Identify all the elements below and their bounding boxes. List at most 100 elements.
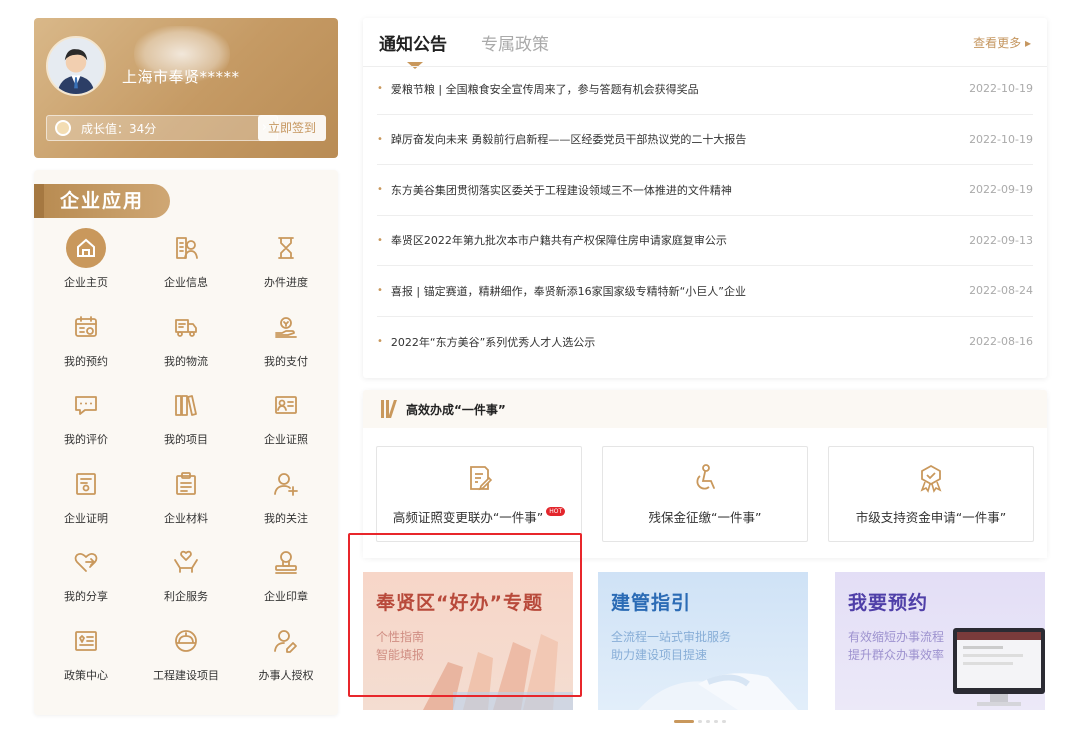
banner-appointment-line1: 有效缩短办事流程 <box>848 630 945 644</box>
clipboard-icon <box>166 464 206 504</box>
banner-construction-guide[interactable]: 建管指引 全流程一站式审批服务 助力建设项目提速 <box>598 572 808 710</box>
app-item-label: 企业主页 <box>64 276 108 289</box>
tab-notice[interactable]: 通知公告 <box>379 30 447 69</box>
app-item-11[interactable]: 企业材料 <box>136 464 236 534</box>
bullet-icon: • <box>377 336 383 348</box>
enterprise-apps-panel: 企业应用 企业主页 企业信息 办件进度 我的预约 我的物流 我的支付 我的评价 我的项目 企业证… <box>34 170 338 715</box>
heart-share-icon <box>66 542 106 582</box>
user-auth-icon <box>266 621 306 661</box>
books-icon <box>381 400 397 418</box>
app-item-6[interactable]: 我的支付 <box>236 307 336 377</box>
notice-title[interactable]: 爱粮节粮 | 全国粮食安全宣传周来了，参与答题有机会获得奖品 <box>391 81 699 97</box>
user-card: 上海市奉贤***** 成长值：34分 › 立即签到 <box>34 18 338 158</box>
app-item-5[interactable]: 我的物流 <box>136 307 236 377</box>
notice-title[interactable]: 2022年“东方美谷”系列优秀人才人选公示 <box>391 334 595 350</box>
app-item-17[interactable]: 工程建设项目 <box>136 621 236 691</box>
certificate-icon <box>66 464 106 504</box>
app-item-3[interactable]: 办件进度 <box>236 228 336 298</box>
pager-dot[interactable] <box>698 720 702 723</box>
app-item-13[interactable]: 我的分享 <box>36 542 136 612</box>
medal-icon <box>55 120 71 136</box>
bullet-icon: • <box>377 285 383 297</box>
one-thing-title-text: 高效办成“一件事” <box>406 402 506 417</box>
city-funding-label: 市级支持资金申请“一件事” <box>855 510 1007 525</box>
notice-item[interactable]: • 喜报 | 锚定赛道，精耕细作，奉贤新添16家国家级专精特新“小巨人”企业 202… <box>377 266 1033 317</box>
tab-exclusive-policy[interactable]: 专属政策 <box>481 30 549 65</box>
notice-item[interactable]: • 2022年“东方美谷”系列优秀人才人选公示 2022-08-16 <box>377 317 1033 368</box>
banner-construction-line2: 助力建设项目提速 <box>611 648 708 662</box>
app-item-8[interactable]: 我的项目 <box>136 385 236 455</box>
one-thing-card-city-funding[interactable]: 市级支持资金申请“一件事” <box>828 446 1034 542</box>
avatar[interactable] <box>46 36 106 96</box>
pager-dot[interactable] <box>722 720 726 723</box>
hourglass-icon <box>266 228 306 268</box>
banner-construction-title: 建管指引 <box>611 592 692 614</box>
notice-title[interactable]: 奉贤区2022年第九批次本市户籍共有产权保障住房申请家庭复审公示 <box>391 232 727 248</box>
highlight-box <box>348 533 582 697</box>
app-item-2[interactable]: 企业信息 <box>136 228 236 298</box>
app-item-18[interactable]: 办事人授权 <box>236 621 336 691</box>
books-icon <box>166 385 206 425</box>
one-thing-card-license-change[interactable]: 高频证照变更联办“一件事” HOT <box>376 446 582 542</box>
app-item-4[interactable]: 我的预约 <box>36 307 136 377</box>
notice-title[interactable]: 踔厉奋发向未来 勇毅前行启新程——区经委党员干部热议党的二十大报告 <box>391 131 747 147</box>
notice-date: 2022-10-19 <box>969 82 1033 96</box>
app-item-label: 企业材料 <box>164 511 208 525</box>
notice-date: 2022-10-19 <box>969 132 1033 146</box>
notice-date: 2022-09-19 <box>969 183 1033 197</box>
app-item-7[interactable]: 我的评价 <box>36 385 136 455</box>
app-item-label: 办件进度 <box>264 276 308 289</box>
growth-value-label: 成长值：34分 <box>81 121 157 136</box>
pager-dot[interactable] <box>706 720 710 723</box>
app-item-label: 办事人授权 <box>258 668 314 682</box>
app-item-label: 工程建设项目 <box>153 668 219 682</box>
notice-item[interactable]: • 奉贤区2022年第九批次本市户籍共有产权保障住房申请家庭复审公示 2022-09… <box>377 216 1033 266</box>
app-item-1[interactable]: 企业主页 <box>36 228 136 298</box>
disability-fund-label: 残保金征缴“一件事” <box>648 510 762 525</box>
growth-value-bar[interactable]: 成长值：34分 › <box>46 115 278 141</box>
sign-in-button[interactable]: 立即签到 <box>258 115 326 141</box>
pager-dot-active[interactable] <box>674 720 694 723</box>
app-item-label: 我的关注 <box>264 511 308 525</box>
one-thing-card-label: 高频证照变更联办“一件事” HOT <box>377 507 581 526</box>
notice-item[interactable]: • 东方美谷集团贯彻落实区委关于工程建设领域三不一体推进的文件精神 2022-09-… <box>377 165 1033 216</box>
banner-appointment[interactable]: 我要预约 有效缩短办事流程 提升群众办事效率 <box>835 572 1045 710</box>
app-item-label: 利企服务 <box>164 590 208 603</box>
app-item-label: 企业证照 <box>264 433 308 446</box>
view-more-link[interactable]: 查看更多 ▸ <box>973 34 1031 51</box>
app-item-12[interactable]: 我的关注 <box>236 464 336 534</box>
notice-title[interactable]: 喜报 | 锚定赛道，精耕细作，奉贤新添16家国家级专精特新“小巨人”企业 <box>391 283 746 299</box>
app-item-label: 我的分享 <box>64 590 108 603</box>
license-change-label: 高频证照变更联办“一件事” <box>392 510 544 525</box>
banner-construction-line1: 全流程一站式审批服务 <box>611 630 732 644</box>
app-item-10[interactable]: 企业证明 <box>36 464 136 534</box>
notice-item[interactable]: • 踔厉奋发向未来 勇毅前行启新程——区经委党员干部热议党的二十大报告 2022-1… <box>377 115 1033 165</box>
app-item-label: 我的评价 <box>64 433 108 446</box>
user-follow-icon <box>266 464 306 504</box>
banner-appointment-line2: 提升群众办事效率 <box>848 648 945 662</box>
app-item-label: 企业信息 <box>164 276 208 289</box>
notice-date: 2022-08-24 <box>969 284 1033 298</box>
app-item-15[interactable]: 企业印章 <box>236 542 336 612</box>
hands-heart-icon <box>166 542 206 582</box>
app-item-label: 我的预约 <box>64 354 108 368</box>
enterprise-info-icon <box>166 228 206 268</box>
user-avatar-icon <box>48 38 104 94</box>
notice-list: • 爱粮节粮 | 全国粮食安全宣传周来了，参与答题有机会获得奖品 2022-10-1… <box>363 64 1047 367</box>
hot-badge: HOT <box>546 507 566 516</box>
bullet-icon: • <box>377 133 383 145</box>
enterprise-apps-title: 企业应用 <box>34 184 170 218</box>
pager-dot[interactable] <box>714 720 718 723</box>
notice-title[interactable]: 东方美谷集团贯彻落实区委关于工程建设领域三不一体推进的文件精神 <box>391 182 732 198</box>
app-item-16[interactable]: 政策中心 <box>36 621 136 691</box>
notice-panel: 通知公告 专属政策 查看更多 ▸ • 爱粮节粮 | 全国粮食安全宣传周来了，参与答… <box>363 18 1047 378</box>
banner-pager <box>674 720 730 723</box>
helmet-icon <box>166 621 206 661</box>
app-item-14[interactable]: 利企服务 <box>136 542 236 612</box>
seal-icon <box>266 542 306 582</box>
notice-item[interactable]: • 爱粮节粮 | 全国粮食安全宣传周来了，参与答题有机会获得奖品 2022-10-1… <box>377 64 1033 115</box>
bullet-icon: • <box>377 234 383 246</box>
app-item-9[interactable]: 企业证照 <box>236 385 336 455</box>
one-thing-card-disability-fund[interactable]: 残保金征缴“一件事” <box>602 446 808 542</box>
award-icon <box>920 464 942 493</box>
